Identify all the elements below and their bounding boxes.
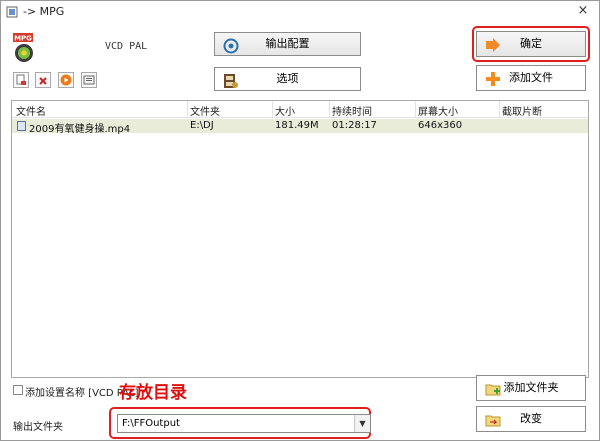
video-file-icon [17,121,26,131]
file-list[interactable]: 文件名 文件夹 大小 持续时间 屏幕大小 截取片断 2009有氧健身操.mp4 … [11,100,589,378]
add-file-button[interactable]: 添加文件 [476,65,586,91]
add-folder-label: 添加文件夹 [503,381,559,394]
mpg-format-icon: MPG [13,33,33,62]
column-header[interactable]: 屏幕大小 [418,103,458,118]
clear-list-button[interactable] [35,72,51,88]
ok-button[interactable]: 确定 [476,31,586,57]
file-list-header: 文件名 文件夹 大小 持续时间 屏幕大小 截取片断 [12,101,588,118]
play-button[interactable] [58,72,74,88]
converter-window: -> MPG × MPG VCD PAL 输出配置 选项 确定 添加文件 文件名… [0,0,600,441]
output-folder-label: 输出文件夹 [13,422,63,433]
column-divider [499,101,500,117]
remove-file-button[interactable] [13,72,29,88]
folder-cell: E:\DJ [190,120,214,131]
column-divider [187,101,188,117]
column-header[interactable]: 文件名 [16,103,46,118]
add-file-label: 添加文件 [509,71,553,84]
options-label: 选项 [276,72,299,85]
ok-label: 确定 [520,37,542,50]
clear-list-icon [39,77,47,85]
output-config-button[interactable]: 输出配置 [214,32,361,56]
window-title: -> MPG [23,5,65,18]
column-divider [415,101,416,117]
column-header[interactable]: 文件夹 [190,103,220,118]
add-setting-name-checkbox[interactable] [13,385,23,395]
format-profile-label: VCD PAL [105,41,148,52]
app-icon [6,6,18,18]
add-folder-button[interactable]: 添加文件夹 [476,375,586,401]
column-header[interactable]: 截取片断 [502,103,542,118]
remove-file-icon [16,74,26,85]
storage-directory-annotation: 存放目录 [119,383,187,403]
output-folder-value: F:\FFOutput [122,418,180,429]
title-bar: -> MPG × [1,1,599,23]
duration-cell: 01:28:17 [332,120,377,131]
column-divider [272,101,273,117]
file-name-cell: 2009有氧健身操.mp4 [29,124,131,135]
size-cell: 181.49M [275,120,319,131]
close-button[interactable]: × [575,3,591,19]
column-header[interactable]: 大小 [275,103,295,118]
chevron-down-icon[interactable]: ▼ [354,415,370,432]
info-icon [83,75,95,85]
info-button[interactable] [81,72,97,88]
play-icon [60,74,72,86]
screen-size-cell: 646x360 [418,120,463,131]
output-folder-select[interactable]: F:\FFOutput ▼ [117,414,371,433]
column-divider [329,101,330,117]
output-config-label: 输出配置 [265,37,310,50]
mpg-badge-text: MPG [14,35,32,43]
options-button[interactable]: 选项 [214,67,361,91]
change-label: 改变 [520,412,542,425]
column-header[interactable]: 持续时间 [332,103,372,118]
change-button[interactable]: 改变 [476,406,586,432]
table-row[interactable]: 2009有氧健身操.mp4 E:\DJ 181.49M 01:28:17 646… [12,119,588,135]
